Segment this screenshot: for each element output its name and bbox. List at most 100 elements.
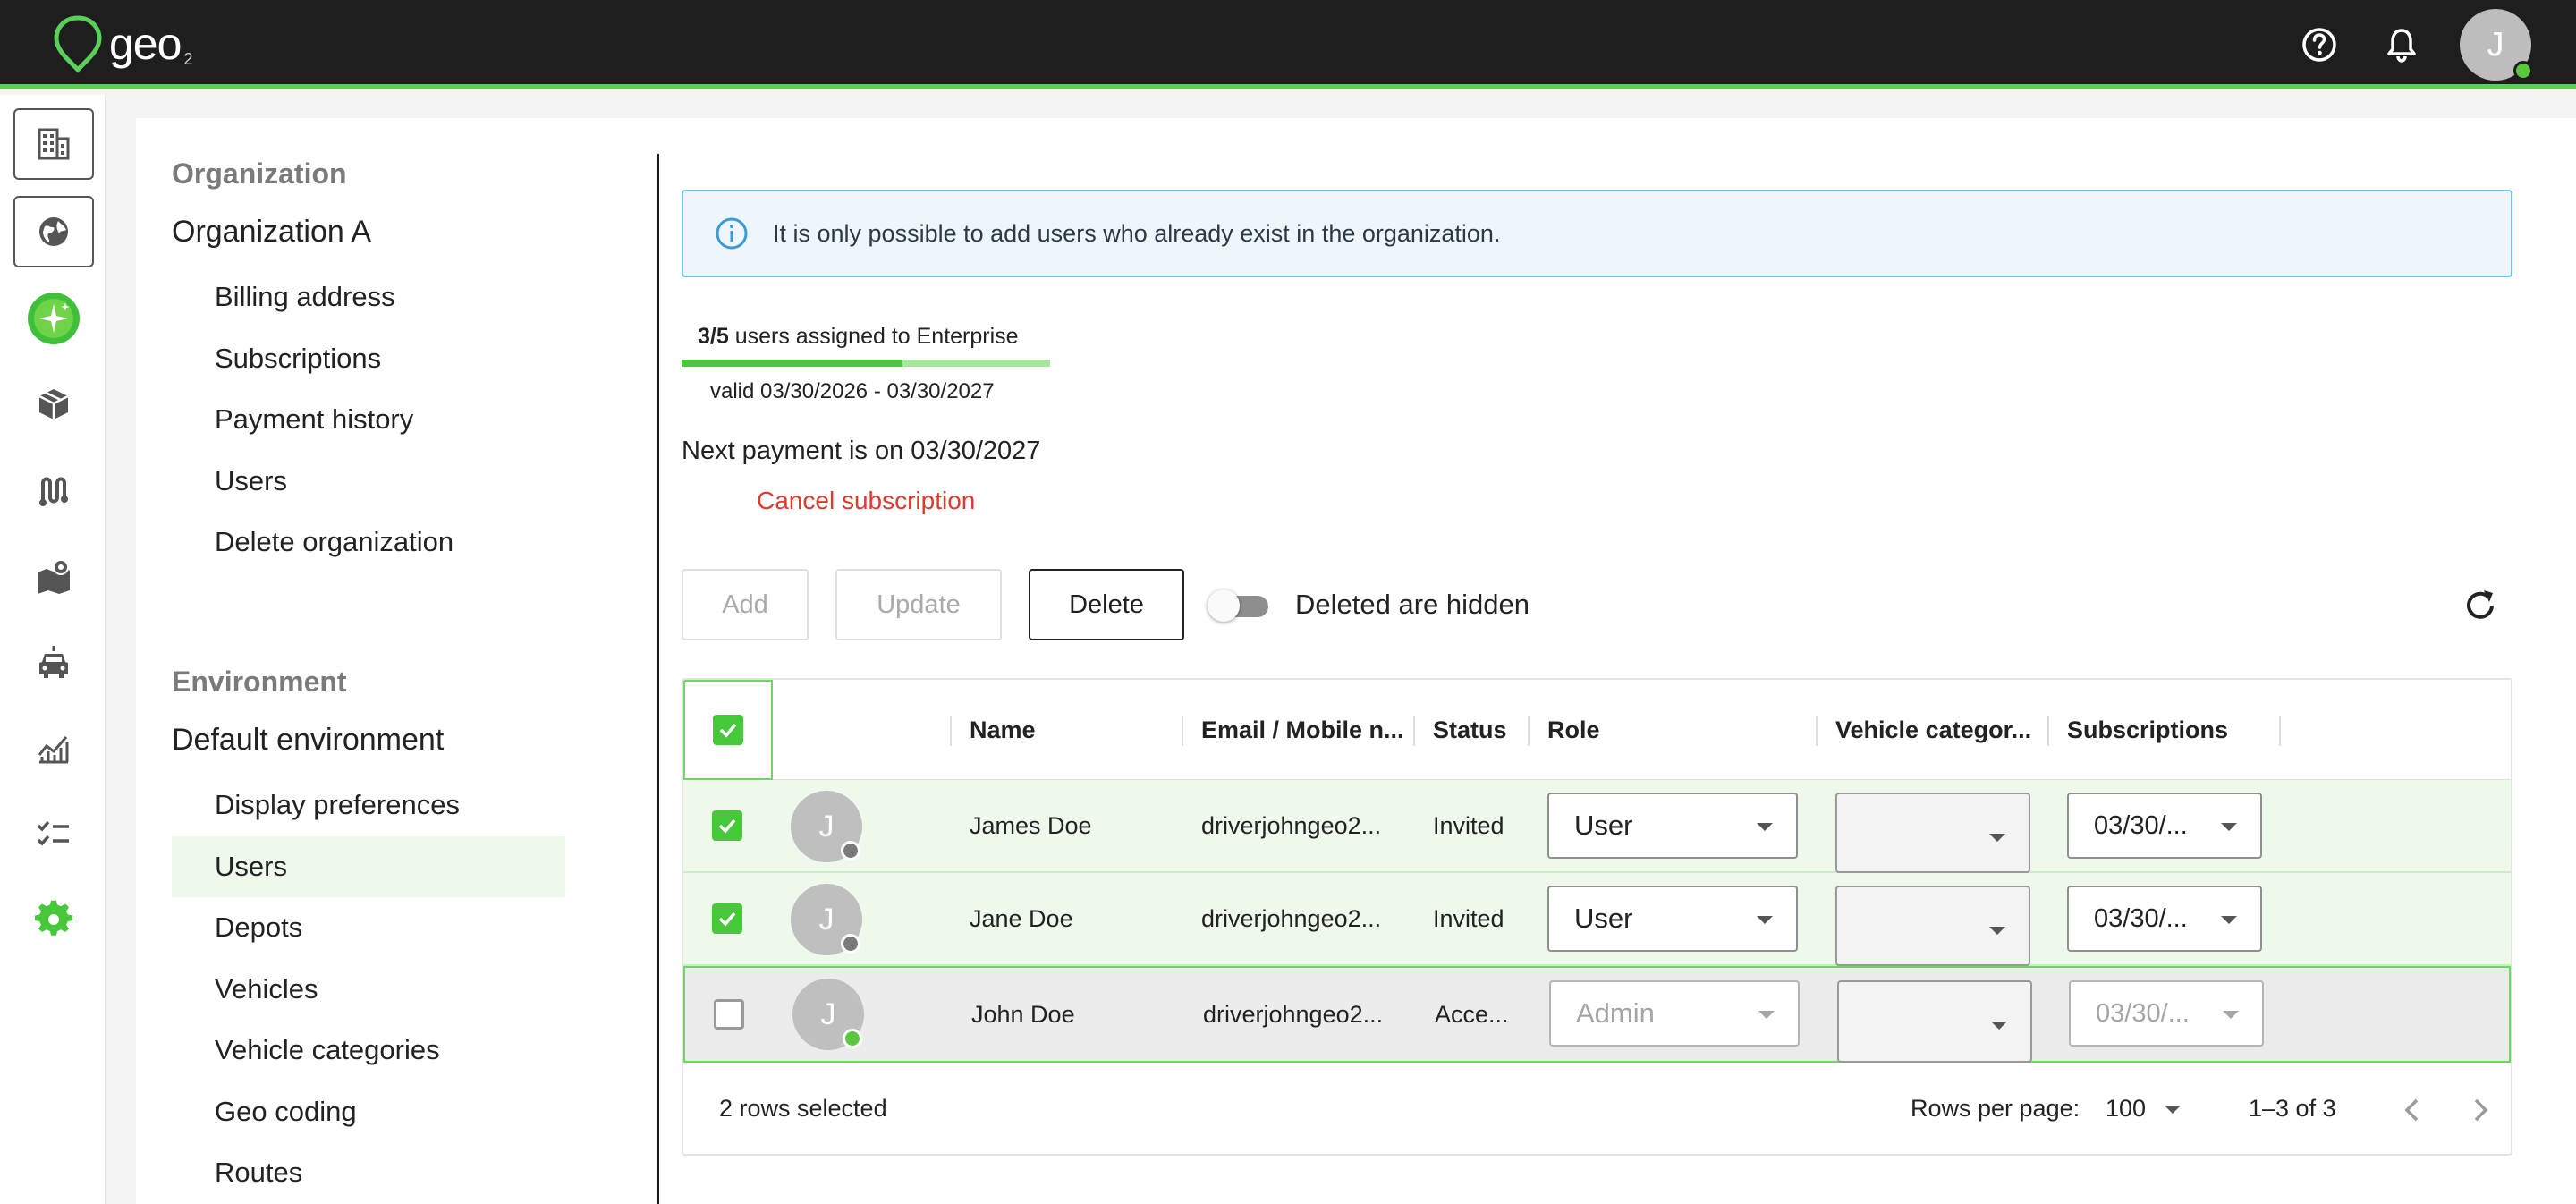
- chevron-down-icon: [1757, 916, 1773, 924]
- deleted-hidden-toggle[interactable]: [1208, 589, 1270, 622]
- next-payment-text: Next payment is on 03/30/2027: [682, 437, 1041, 465]
- chevron-down-icon: [2223, 1011, 2239, 1019]
- nav-item-delete-organization[interactable]: Delete organization: [172, 512, 565, 572]
- geo2-logo[interactable]: geo 2: [52, 14, 192, 73]
- column-header-status[interactable]: Status: [1433, 680, 1507, 780]
- add-button[interactable]: Add: [682, 569, 809, 640]
- nav-item-vehicles[interactable]: Vehicles: [172, 959, 565, 1020]
- role-value: User: [1574, 810, 1633, 841]
- app-rail: [0, 95, 106, 1204]
- pagination-range: 1–3 of 3: [2249, 1095, 2336, 1122]
- role-value: Admin: [1576, 997, 1655, 1029]
- chevron-down-icon: [1989, 927, 2005, 935]
- delete-button[interactable]: Delete: [1029, 569, 1184, 640]
- row-checkbox[interactable]: [712, 780, 742, 871]
- table-header-row: Name Email / Mobile n... Status Role Veh…: [683, 680, 2511, 780]
- column-header-vehicle-category[interactable]: Vehicle categor...: [1835, 680, 2031, 780]
- chevron-left-icon[interactable]: [2399, 1095, 2426, 1125]
- role-select[interactable]: Admin: [1549, 980, 1800, 1047]
- chevron-down-icon: [2221, 823, 2237, 831]
- row-checkbox[interactable]: [712, 873, 742, 964]
- vehicle-category-select[interactable]: [1835, 886, 2030, 966]
- row-checkbox[interactable]: [714, 968, 744, 1061]
- chevron-down-icon: [1991, 1022, 2007, 1030]
- bell-icon[interactable]: [2379, 22, 2424, 67]
- chevron-right-icon[interactable]: [2467, 1095, 2494, 1125]
- rail-ai[interactable]: [13, 283, 94, 354]
- check-icon: [719, 723, 737, 738]
- route-icon: [39, 477, 68, 506]
- user-name: Jane Doe: [970, 904, 1073, 932]
- rail-vehicles[interactable]: [13, 626, 94, 698]
- rail-routes[interactable]: [13, 454, 94, 526]
- chevron-down-icon: [2221, 916, 2237, 924]
- nav-organization-name[interactable]: Organization A: [172, 215, 371, 250]
- role-select[interactable]: User: [1547, 886, 1798, 952]
- package-icon: [38, 389, 69, 420]
- subscription-progress-bar: [682, 360, 1050, 367]
- rail-analytics[interactable]: [13, 712, 94, 784]
- chart-icon: [38, 736, 69, 764]
- subscription-select[interactable]: 03/30/...: [2069, 980, 2264, 1047]
- rail-tasks[interactable]: [13, 798, 94, 869]
- column-separator[interactable]: [1413, 716, 1415, 746]
- users-table: Name Email / Mobile n... Status Role Veh…: [682, 678, 2512, 1156]
- column-header-role[interactable]: Role: [1547, 680, 1600, 780]
- table-row[interactable]: J John Doe driverjohngeo2... Acce... Adm…: [683, 966, 2511, 1063]
- nav-item-depots[interactable]: Depots: [172, 897, 565, 958]
- rail-settings[interactable]: [13, 884, 94, 955]
- column-header-email[interactable]: Email / Mobile n...: [1201, 680, 1404, 780]
- help-circle-icon[interactable]: [2297, 22, 2342, 67]
- avatar: J: [792, 979, 864, 1050]
- chevron-down-icon[interactable]: [2165, 1106, 2181, 1114]
- table-row[interactable]: J James Doe driverjohngeo2... Invited Us…: [683, 780, 2511, 873]
- nav-item-env-users[interactable]: Users: [172, 836, 565, 897]
- subscription-select[interactable]: 03/30/...: [2067, 886, 2262, 952]
- column-separator[interactable]: [1528, 716, 1530, 746]
- select-all-checkbox[interactable]: [683, 680, 773, 780]
- column-separator[interactable]: [1182, 716, 1183, 746]
- refresh-icon[interactable]: [2461, 586, 2500, 625]
- user-name: John Doe: [971, 1000, 1075, 1028]
- column-separator[interactable]: [2047, 716, 2049, 746]
- column-header-subscriptions[interactable]: Subscriptions: [2067, 680, 2228, 780]
- rail-environment[interactable]: [13, 196, 94, 267]
- info-banner-text: It is only possible to add users who alr…: [773, 219, 1501, 247]
- update-button[interactable]: Update: [835, 569, 1002, 640]
- subscription-select[interactable]: 03/30/...: [2067, 793, 2262, 859]
- nav-item-display-preferences[interactable]: Display preferences: [172, 775, 565, 835]
- rows-per-page-label: Rows per page:: [1911, 1095, 2080, 1122]
- role-select[interactable]: User: [1547, 793, 1798, 859]
- chevron-down-icon: [1758, 1011, 1775, 1019]
- subscription-value: 03/30/...: [2096, 998, 2190, 1028]
- nav-item-vehicle-categories[interactable]: Vehicle categories: [172, 1020, 565, 1081]
- nav-item-routes[interactable]: Routes: [172, 1142, 565, 1203]
- user-avatar[interactable]: J: [2460, 9, 2533, 81]
- settings-card: Organization Organization A Billing addr…: [136, 118, 2576, 1204]
- table-row[interactable]: J Jane Doe driverjohngeo2... Invited Use…: [683, 873, 2511, 966]
- role-value: User: [1574, 903, 1633, 934]
- column-separator[interactable]: [1816, 716, 1818, 746]
- online-status-dot: [843, 1029, 862, 1048]
- nav-environment-name[interactable]: Default environment: [172, 723, 444, 758]
- vehicle-category-select[interactable]: [1835, 793, 2030, 873]
- settings-nav: Organization Organization A Billing addr…: [172, 118, 673, 1204]
- nav-item-subscriptions[interactable]: Subscriptions: [172, 328, 565, 389]
- column-separator[interactable]: [950, 716, 952, 746]
- user-status: Acce...: [1435, 1000, 1509, 1028]
- cancel-subscription-link[interactable]: Cancel subscription: [757, 487, 975, 515]
- checkbox-checked: [712, 810, 742, 841]
- nav-item-geo-coding[interactable]: Geo coding: [172, 1081, 565, 1142]
- column-header-name[interactable]: Name: [970, 680, 1036, 780]
- rail-map[interactable]: [13, 540, 94, 612]
- rows-per-page-select[interactable]: 100: [2106, 1095, 2146, 1123]
- nav-item-payment-history[interactable]: Payment history: [172, 389, 565, 450]
- nav-item-billing-address[interactable]: Billing address: [172, 267, 565, 327]
- checklist-icon: [37, 820, 69, 846]
- checkbox-checked: [712, 903, 742, 934]
- nav-item-org-users[interactable]: Users: [172, 451, 565, 512]
- rail-orders[interactable]: [13, 369, 94, 440]
- rail-organization[interactable]: [13, 108, 94, 180]
- column-separator[interactable]: [2279, 716, 2281, 746]
- vehicle-category-select[interactable]: [1837, 980, 2032, 1063]
